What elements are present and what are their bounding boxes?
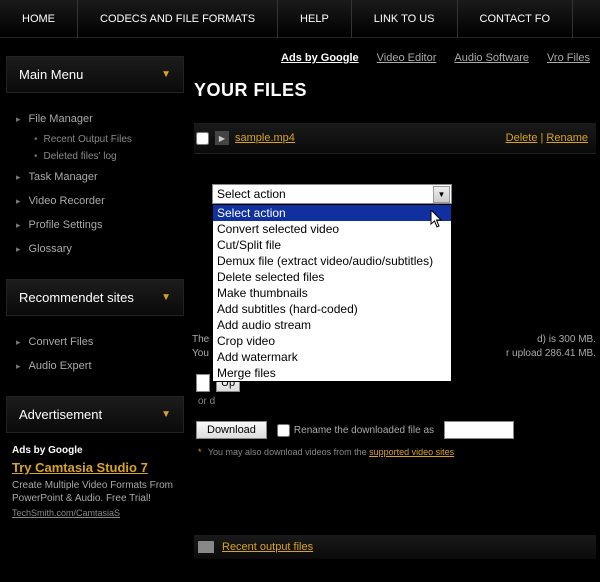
action-select-wrap: Select action ▼ Select action Convert se… <box>212 184 452 204</box>
recent-output-row: Recent output files <box>194 535 596 559</box>
nav-help[interactable]: HELP <box>278 0 352 38</box>
option-convert[interactable]: Convert selected video <box>213 221 451 237</box>
nav-codecs[interactable]: CODECS AND FILE FORMATS <box>78 0 278 38</box>
supported-sites-link[interactable]: supported video sites <box>369 447 454 457</box>
page-title: YOUR FILES <box>194 80 596 101</box>
advertisement-header[interactable]: Advertisement ▼ <box>6 396 184 433</box>
folder-icon <box>198 541 214 553</box>
sidebar-item-task-manager[interactable]: Task Manager <box>16 165 190 189</box>
option-delete[interactable]: Delete selected files <box>213 269 451 285</box>
ad-link-audio-software[interactable]: Audio Software <box>454 52 529 64</box>
option-demux[interactable]: Demux file (extract video/audio/subtitle… <box>213 253 451 269</box>
sidebar-sub-deleted-log[interactable]: Deleted files' log <box>16 148 190 165</box>
ad-description: Create Multiple Video Formats From Power… <box>12 479 178 505</box>
dropdown-arrow-icon[interactable]: ▼ <box>433 186 450 203</box>
footer-note: * You may also download videos from the … <box>198 447 596 457</box>
ad-link-vro-files[interactable]: Vro Files <box>547 52 590 64</box>
info-text-right2: r upload 286.41 MB. <box>506 348 596 359</box>
ads-by-google-row: Ads by Google Video Editor Audio Softwar… <box>194 52 596 64</box>
info-text-prefix1: The <box>192 334 209 345</box>
delete-link[interactable]: Delete <box>506 132 538 144</box>
nav-home[interactable]: HOME <box>0 0 78 38</box>
top-nav: HOME CODECS AND FILE FORMATS HELP LINK T… <box>0 0 600 38</box>
file-checkbox[interactable] <box>196 132 209 145</box>
nav-link-to-us[interactable]: LINK TO US <box>352 0 458 38</box>
option-select-action[interactable]: Select action <box>213 205 451 221</box>
option-subtitles[interactable]: Add subtitles (hard-coded) <box>213 301 451 317</box>
action-select[interactable]: Select action ▼ <box>212 184 452 204</box>
option-merge[interactable]: Merge files <box>213 365 451 381</box>
sidebar: Main Menu ▼ File Manager Recent Output F… <box>0 38 190 573</box>
file-name-link[interactable]: sample.mp4 <box>235 132 295 144</box>
file-row: ▶ sample.mp4 Delete | Rename <box>194 123 596 154</box>
option-thumbnails[interactable]: Make thumbnails <box>213 285 451 301</box>
chevron-down-icon: ▼ <box>161 409 171 420</box>
select-current-value: Select action <box>217 187 286 201</box>
recent-output-link[interactable]: Recent output files <box>222 541 313 553</box>
ads-by-google-label[interactable]: Ads by Google <box>281 52 359 64</box>
rename-input[interactable] <box>444 421 514 439</box>
sidebar-item-convert-files[interactable]: Convert Files <box>16 330 190 354</box>
option-watermark[interactable]: Add watermark <box>213 349 451 365</box>
rename-checkbox[interactable] <box>277 424 290 437</box>
main-menu-title: Main Menu <box>19 67 83 82</box>
info-text-prefix2: You <box>192 348 209 359</box>
chevron-down-icon: ▼ <box>161 292 171 303</box>
sidebar-ad: Ads by Google Try Camtasia Studio 7 Crea… <box>0 441 190 523</box>
rename-download-label: Rename the downloaded file as <box>277 424 434 437</box>
main-menu-header[interactable]: Main Menu ▼ <box>6 56 184 93</box>
upload-file-input[interactable] <box>196 374 210 392</box>
sidebar-item-glossary[interactable]: Glossary <box>16 237 190 261</box>
sidebar-item-video-recorder[interactable]: Video Recorder <box>16 189 190 213</box>
ad-url[interactable]: TechSmith.com/CamtasiaS <box>12 508 120 518</box>
sidebar-item-audio-expert[interactable]: Audio Expert <box>16 354 190 378</box>
sidebar-sub-recent-output[interactable]: Recent Output Files <box>16 131 190 148</box>
star-icon: * <box>198 447 202 457</box>
option-crop[interactable]: Crop video <box>213 333 451 349</box>
option-audio-stream[interactable]: Add audio stream <box>213 317 451 333</box>
play-icon[interactable]: ▶ <box>215 131 229 145</box>
rename-link[interactable]: Rename <box>546 132 588 144</box>
sidebar-item-profile-settings[interactable]: Profile Settings <box>16 213 190 237</box>
main-content: Ads by Google Video Editor Audio Softwar… <box>190 38 600 573</box>
file-actions: Delete | Rename <box>506 132 596 144</box>
download-button[interactable]: Download <box>196 421 267 439</box>
sidebar-item-file-manager[interactable]: File Manager <box>16 107 190 131</box>
advertisement-title: Advertisement <box>19 407 102 422</box>
ad-link-video-editor[interactable]: Video Editor <box>377 52 437 64</box>
info-text-right1: d) is 300 MB. <box>537 334 596 345</box>
option-cut-split[interactable]: Cut/Split file <box>213 237 451 253</box>
ad-byline: Ads by Google <box>12 445 178 456</box>
action-dropdown: Select action Convert selected video Cut… <box>212 204 452 382</box>
recommended-header[interactable]: Recommendet sites ▼ <box>6 279 184 316</box>
or-text: or d <box>198 396 596 407</box>
download-row: Download Rename the downloaded file as <box>196 421 596 439</box>
chevron-down-icon: ▼ <box>161 69 171 80</box>
recommended-title: Recommendet sites <box>19 290 134 305</box>
nav-contact[interactable]: CONTACT FO <box>458 0 573 38</box>
mouse-cursor-icon <box>430 210 444 231</box>
ad-title-link[interactable]: Try Camtasia Studio 7 <box>12 460 178 475</box>
